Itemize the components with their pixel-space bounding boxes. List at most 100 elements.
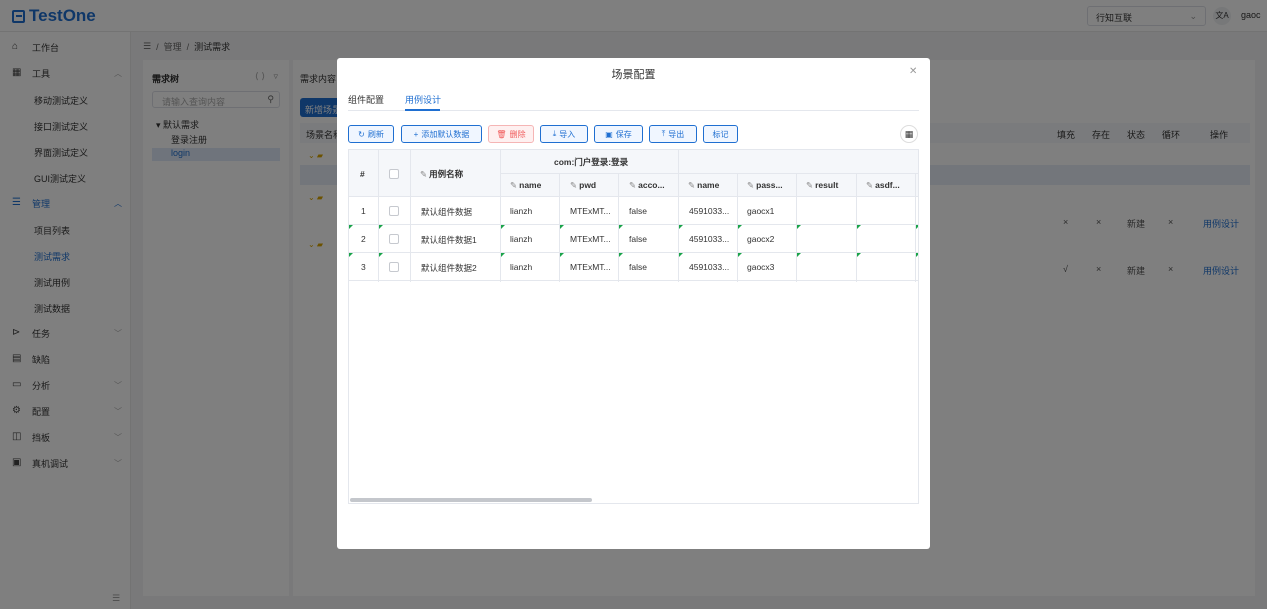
column-settings-icon[interactable]: ▦ bbox=[900, 125, 918, 143]
changed-marker bbox=[349, 253, 353, 257]
changed-marker bbox=[349, 225, 353, 229]
save-label: 保存 bbox=[615, 129, 632, 139]
dialog-title: 场景配置 bbox=[611, 69, 656, 81]
save-button[interactable]: ▣ 保存 bbox=[594, 125, 643, 143]
col-pwd: ✎ pwd bbox=[570, 180, 596, 191]
import-label: 导入 bbox=[559, 129, 576, 139]
changed-marker bbox=[797, 225, 801, 229]
col-label: asdf... bbox=[875, 180, 900, 190]
edit-icon: ✎ bbox=[629, 180, 637, 190]
edit-icon: ✎ bbox=[570, 180, 578, 190]
changed-marker bbox=[797, 253, 801, 257]
mark-button[interactable]: 标记 bbox=[703, 125, 738, 143]
row-index: 1 bbox=[361, 206, 366, 216]
tab-case-design[interactable]: 用例设计 bbox=[405, 93, 441, 106]
edit-icon: ✎ bbox=[806, 180, 814, 190]
col-label: pwd bbox=[579, 180, 597, 190]
grid-cell[interactable]: 4591033... bbox=[689, 206, 729, 216]
trash-icon: 🗑 bbox=[496, 129, 507, 139]
edit-icon: ✎ bbox=[420, 169, 428, 179]
group-header: com:门户登录:登录 bbox=[554, 157, 629, 167]
mark-label: 标记 bbox=[712, 129, 729, 139]
grid-cell[interactable]: false bbox=[629, 262, 647, 272]
changed-marker bbox=[738, 225, 742, 229]
tab-active-indicator bbox=[405, 109, 440, 111]
changed-marker bbox=[916, 253, 918, 257]
grid-header: # ✎ 用例名称 com:门户登录:登录 ✎ name ✎ pwd ✎ acco... … bbox=[349, 150, 918, 197]
col-result: ✎ result bbox=[806, 180, 838, 191]
grid-cell[interactable]: gaocx3 bbox=[747, 262, 774, 272]
changed-marker bbox=[916, 225, 918, 229]
dialog-tabs: 组件配置 用例设计 bbox=[348, 91, 919, 111]
changed-marker bbox=[679, 225, 683, 229]
refresh-button[interactable]: ↻ 刷新 bbox=[348, 125, 394, 143]
changed-marker bbox=[501, 225, 505, 229]
changed-marker bbox=[379, 253, 383, 257]
grid-cell[interactable]: 4591033... bbox=[689, 234, 729, 244]
edit-icon: ✎ bbox=[747, 180, 755, 190]
horizontal-scrollbar[interactable] bbox=[350, 498, 592, 502]
row-index: 3 bbox=[361, 262, 366, 272]
row-index: 2 bbox=[361, 234, 366, 244]
edit-icon: ✎ bbox=[866, 180, 874, 190]
changed-marker bbox=[619, 253, 623, 257]
changed-marker bbox=[560, 253, 564, 257]
add-default-label: 添加默认数据 bbox=[421, 129, 470, 139]
grid-cell[interactable]: 4591033... bbox=[689, 262, 729, 272]
row-checkbox[interactable] bbox=[389, 206, 399, 216]
table-row[interactable]: 1 默认组件数据 lianzh MTExMT... false 4591033.… bbox=[349, 197, 918, 225]
grid-cell[interactable]: MTExMT... bbox=[570, 262, 611, 272]
grid-cell[interactable]: lianzh bbox=[510, 262, 532, 272]
import-icon: ⤓ bbox=[552, 129, 557, 138]
row-checkbox[interactable] bbox=[389, 234, 399, 244]
grid-cell[interactable]: lianzh bbox=[510, 206, 532, 216]
col-name: ✎ name bbox=[510, 180, 541, 191]
refresh-icon: ↻ bbox=[358, 129, 365, 139]
col-label: pass... bbox=[756, 180, 783, 190]
tab-component-config[interactable]: 组件配置 bbox=[348, 93, 384, 106]
col-case-name: ✎ 用例名称 bbox=[420, 168, 463, 180]
col-case-name-label: 用例名称 bbox=[429, 169, 464, 179]
col-label: result bbox=[815, 180, 839, 190]
plus-icon: + bbox=[413, 129, 419, 139]
grid-cell[interactable]: gaocx1 bbox=[747, 206, 774, 216]
col-name-2: ✎ name bbox=[688, 180, 719, 191]
col-password: ✎ pass... bbox=[747, 180, 783, 191]
changed-marker bbox=[379, 225, 383, 229]
changed-marker bbox=[501, 253, 505, 257]
col-account: ✎ acco... bbox=[629, 180, 665, 191]
grid-cell[interactable]: false bbox=[629, 234, 647, 244]
changed-marker bbox=[560, 225, 564, 229]
col-label: acco... bbox=[638, 180, 665, 190]
scene-config-dialog: 场景配置 ✕ 组件配置 用例设计 ↻ 刷新 + 添加默认数据 🗑 删除 ⤓ 导入 ▣ 保存… bbox=[337, 58, 930, 549]
edit-icon: ✎ bbox=[688, 180, 696, 190]
col-label: name bbox=[697, 180, 720, 190]
save-icon: ▣ bbox=[605, 129, 613, 139]
table-row[interactable]: 3 默认组件数据2 lianzh MTExMT... false 4591033… bbox=[349, 253, 918, 281]
case-name-cell[interactable]: 默认组件数据2 bbox=[421, 262, 477, 274]
edit-icon: ✎ bbox=[510, 180, 518, 190]
delete-button[interactable]: 🗑 删除 bbox=[488, 125, 534, 143]
close-icon[interactable]: ✕ bbox=[909, 66, 917, 77]
export-button[interactable]: ⤒ 导出 bbox=[649, 125, 697, 143]
grid-cell[interactable]: false bbox=[629, 206, 647, 216]
case-name-cell[interactable]: 默认组件数据1 bbox=[421, 234, 477, 246]
case-data-grid: # ✎ 用例名称 com:门户登录:登录 ✎ name ✎ pwd ✎ acco... … bbox=[348, 149, 919, 504]
changed-marker bbox=[679, 253, 683, 257]
grid-cell[interactable]: gaocx2 bbox=[747, 234, 774, 244]
grid-cell[interactable]: MTExMT... bbox=[570, 206, 611, 216]
grid-cell[interactable]: MTExMT... bbox=[570, 234, 611, 244]
col-label: name bbox=[519, 180, 542, 190]
changed-marker bbox=[738, 253, 742, 257]
changed-marker bbox=[619, 225, 623, 229]
row-checkbox[interactable] bbox=[389, 262, 399, 272]
changed-marker bbox=[857, 253, 861, 257]
select-all-checkbox[interactable] bbox=[389, 169, 399, 179]
col-asdf: ✎ asdf... bbox=[866, 180, 900, 191]
import-button[interactable]: ⤓ 导入 bbox=[540, 125, 588, 143]
case-name-cell[interactable]: 默认组件数据 bbox=[421, 206, 472, 218]
add-default-data-button[interactable]: + 添加默认数据 bbox=[401, 125, 482, 143]
table-row[interactable]: 2 默认组件数据1 lianzh MTExMT... false 4591033… bbox=[349, 225, 918, 253]
grid-cell[interactable]: lianzh bbox=[510, 234, 532, 244]
delete-label: 删除 bbox=[509, 129, 526, 139]
